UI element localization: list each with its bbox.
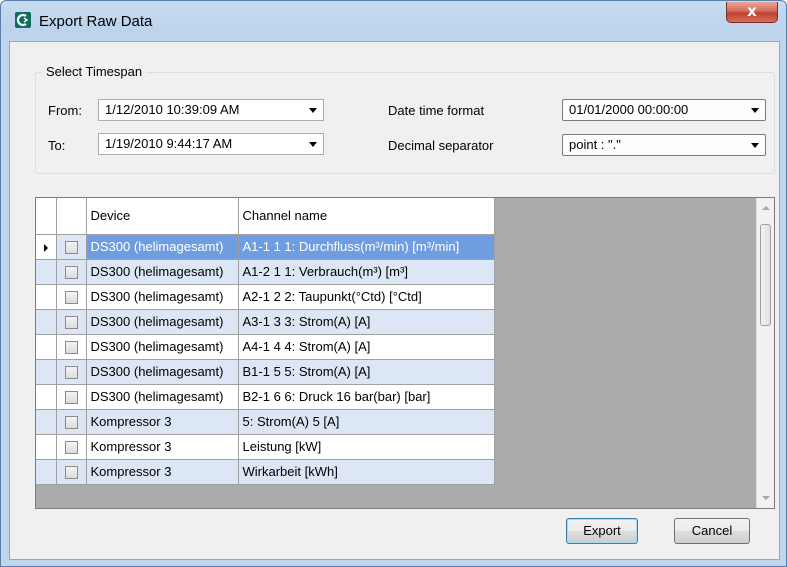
row-checkbox[interactable] <box>64 441 78 455</box>
row-selector[interactable] <box>36 309 57 335</box>
app-logo-icon <box>15 12 31 28</box>
channel-cell[interactable]: A4-1 4 4: Strom(A) [A] <box>238 334 495 360</box>
timespan-group <box>35 72 775 174</box>
export-button[interactable]: Export <box>566 518 638 544</box>
decimal-separator-label: Decimal separator <box>388 138 494 153</box>
row-checkbox-cell[interactable] <box>56 334 87 360</box>
row-checkbox-cell[interactable] <box>56 234 87 260</box>
title-bar[interactable]: Export Raw Data x <box>1 1 786 41</box>
device-cell[interactable]: DS300 (helimagesamt) <box>86 309 239 335</box>
device-cell[interactable]: DS300 (helimagesamt) <box>86 284 239 310</box>
decimal-separator-select[interactable]: point : "." <box>562 134 766 156</box>
row-checkbox-cell[interactable] <box>56 409 87 435</box>
current-row-arrow-icon <box>43 243 48 252</box>
row-checkbox-cell[interactable] <box>56 384 87 410</box>
table-row[interactable]: DS300 (helimagesamt) A2-1 2 2: Taupunkt(… <box>36 284 495 310</box>
channel-cell[interactable]: A1-1 1 1: Durchfluss(m³/min) [m³/min] <box>238 234 495 260</box>
checkbox-header[interactable] <box>56 198 87 235</box>
row-checkbox[interactable] <box>64 366 78 380</box>
close-button[interactable]: x <box>726 2 778 23</box>
device-cell[interactable]: DS300 (helimagesamt) <box>86 359 239 385</box>
device-column-header[interactable]: Device <box>86 198 239 235</box>
channel-cell[interactable]: A3-1 3 3: Strom(A) [A] <box>238 309 495 335</box>
from-datetime-picker[interactable]: 1/12/2010 10:39:09 AM <box>98 99 324 121</box>
row-checkbox-cell[interactable] <box>56 434 87 460</box>
to-datetime-picker[interactable]: 1/19/2010 9:44:17 AM <box>98 133 324 155</box>
row-checkbox[interactable] <box>64 341 78 355</box>
table-row[interactable]: Kompressor 3 Leistung [kW] <box>36 434 495 460</box>
chevron-down-icon[interactable] <box>751 143 759 148</box>
row-checkbox-cell[interactable] <box>56 459 87 485</box>
row-checkbox-cell[interactable] <box>56 259 87 285</box>
channel-cell[interactable]: B1-1 5 5: Strom(A) [A] <box>238 359 495 385</box>
chevron-down-icon[interactable] <box>751 108 759 113</box>
table-row[interactable]: Kompressor 3 5: Strom(A) 5 [A] <box>36 409 495 435</box>
row-selector[interactable] <box>36 234 57 260</box>
row-checkbox-cell[interactable] <box>56 284 87 310</box>
channel-cell[interactable]: Wirkarbeit [kWh] <box>238 459 495 485</box>
table-row[interactable]: DS300 (helimagesamt) B2-1 6 6: Druck 16 … <box>36 384 495 410</box>
row-checkbox[interactable] <box>64 266 78 280</box>
row-selector[interactable] <box>36 384 57 410</box>
timespan-group-label: Select Timespan <box>42 64 147 79</box>
row-selector[interactable] <box>36 259 57 285</box>
scroll-down-icon[interactable] <box>762 496 770 500</box>
device-cell[interactable]: Kompressor 3 <box>86 409 239 435</box>
row-selector[interactable] <box>36 284 57 310</box>
table-row[interactable]: Kompressor 3 Wirkarbeit [kWh] <box>36 459 495 485</box>
chevron-down-icon[interactable] <box>309 108 317 113</box>
cancel-button[interactable]: Cancel <box>674 518 750 544</box>
table-row[interactable]: DS300 (helimagesamt) B1-1 5 5: Strom(A) … <box>36 359 495 385</box>
row-checkbox[interactable] <box>64 316 78 330</box>
device-cell[interactable]: DS300 (helimagesamt) <box>86 384 239 410</box>
window-title: Export Raw Data <box>39 13 153 30</box>
row-selector[interactable] <box>36 409 57 435</box>
to-label: To: <box>48 138 66 153</box>
from-label: From: <box>48 103 82 118</box>
vertical-scrollbar[interactable] <box>756 198 774 508</box>
row-checkbox[interactable] <box>64 391 78 405</box>
dialog-client-area: Select Timespan From: 1/12/2010 10:39:09… <box>9 41 780 560</box>
channel-cell[interactable]: A2-1 2 2: Taupunkt(°Ctd) [°Ctd] <box>238 284 495 310</box>
scroll-up-icon[interactable] <box>762 206 770 210</box>
channel-table: Device Channel name DS300 (helimagesamt)… <box>36 198 495 485</box>
channel-column-header[interactable]: Channel name <box>238 198 495 235</box>
date-format-label: Date time format <box>388 103 485 118</box>
channel-cell[interactable]: A1-2 1 1: Verbrauch(m³) [m³] <box>238 259 495 285</box>
channel-cell[interactable]: B2-1 6 6: Druck 16 bar(bar) [bar] <box>238 384 495 410</box>
channel-grid[interactable]: Device Channel name DS300 (helimagesamt)… <box>35 197 775 509</box>
export-dialog: Export Raw Data x Select Timespan From: … <box>0 0 787 567</box>
device-cell[interactable]: DS300 (helimagesamt) <box>86 259 239 285</box>
from-value: 1/12/2010 10:39:09 AM <box>105 102 240 117</box>
row-checkbox-cell[interactable] <box>56 359 87 385</box>
table-row[interactable]: DS300 (helimagesamt) A1-2 1 1: Verbrauch… <box>36 259 495 285</box>
device-cell[interactable]: Kompressor 3 <box>86 459 239 485</box>
date-format-select[interactable]: 01/01/2000 00:00:00 <box>562 99 766 121</box>
row-selector[interactable] <box>36 334 57 360</box>
device-cell[interactable]: DS300 (helimagesamt) <box>86 334 239 360</box>
device-cell[interactable]: DS300 (helimagesamt) <box>86 234 239 260</box>
row-checkbox-cell[interactable] <box>56 309 87 335</box>
chevron-down-icon[interactable] <box>309 142 317 147</box>
device-cell[interactable]: Kompressor 3 <box>86 434 239 460</box>
table-row[interactable]: DS300 (helimagesamt) A1-1 1 1: Durchflus… <box>36 234 495 260</box>
row-selector[interactable] <box>36 434 57 460</box>
date-format-value: 01/01/2000 00:00:00 <box>569 102 689 117</box>
row-checkbox[interactable] <box>64 241 78 255</box>
row-checkbox[interactable] <box>64 466 78 480</box>
decimal-separator-value: point : "." <box>569 137 621 152</box>
row-selector-header <box>36 198 57 235</box>
table-row[interactable]: DS300 (helimagesamt) A3-1 3 3: Strom(A) … <box>36 309 495 335</box>
row-selector[interactable] <box>36 359 57 385</box>
table-row[interactable]: DS300 (helimagesamt) A4-1 4 4: Strom(A) … <box>36 334 495 360</box>
scrollbar-thumb[interactable] <box>760 224 771 326</box>
channel-cell[interactable]: 5: Strom(A) 5 [A] <box>238 409 495 435</box>
channel-cell[interactable]: Leistung [kW] <box>238 434 495 460</box>
row-selector[interactable] <box>36 459 57 485</box>
row-checkbox[interactable] <box>64 416 78 430</box>
row-checkbox[interactable] <box>64 291 78 305</box>
to-value: 1/19/2010 9:44:17 AM <box>105 136 233 151</box>
header-row: Device Channel name <box>36 198 495 235</box>
